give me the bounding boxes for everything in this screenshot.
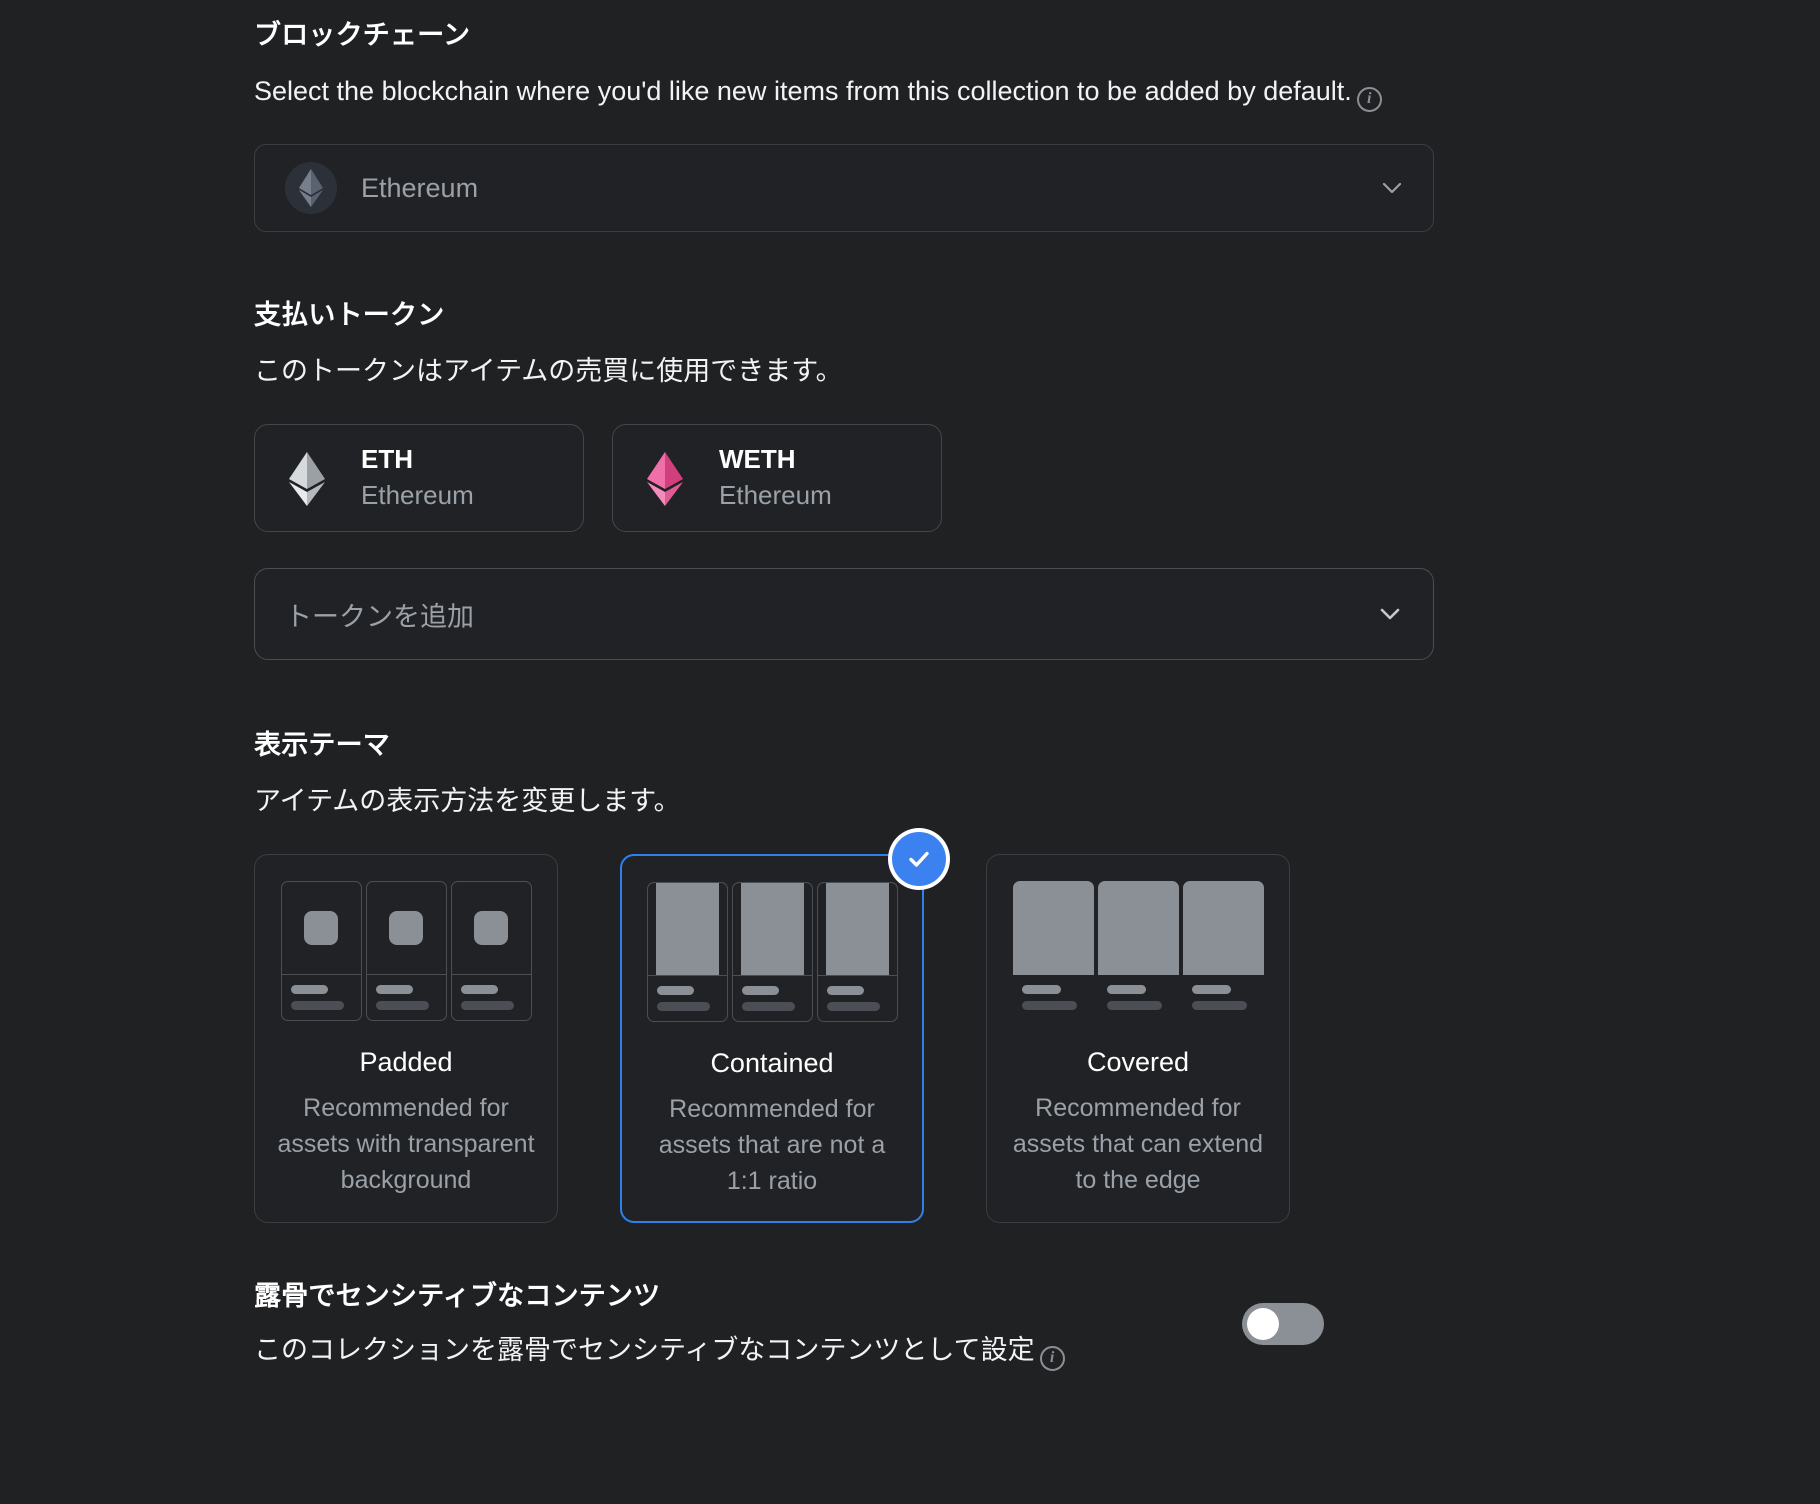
explicit-content-description: このコレクションを露骨でセンシティブなコンテンツとして設定 i [254, 1330, 1242, 1371]
blockchain-description-text: Select the blockchain where you'd like n… [254, 76, 1352, 107]
add-token-placeholder: トークンを追加 [285, 601, 474, 632]
display-theme-description: アイテムの表示方法を変更します。 [254, 786, 681, 817]
payment-tokens-list: ETH Ethereum WETH Ethereum [254, 424, 1454, 533]
theme-preview-contained [646, 882, 898, 1023]
settings-content: ブロックチェーン Select the blockchain where you… [254, 0, 1454, 1372]
blockchain-description: Select the blockchain where you'd like n… [254, 71, 1439, 112]
wrapped-ethereum-diamond-icon [645, 451, 691, 507]
token-card-eth[interactable]: ETH Ethereum [254, 424, 584, 533]
explicit-content-toggle[interactable] [1242, 1303, 1324, 1346]
add-token-select[interactable]: トークンを追加 [254, 568, 1434, 661]
preview-tile [280, 881, 362, 1022]
theme-option-contained[interactable]: Contained Recommended for assets that ar… [620, 828, 950, 1224]
token-weth-symbol: WETH [719, 444, 796, 475]
theme-option-covered-name: Covered [1086, 1047, 1190, 1078]
preview-tile [1012, 881, 1094, 1022]
preview-tile [1097, 881, 1179, 1022]
theme-option-covered[interactable]: Covered Recommended for assets that can … [986, 854, 1290, 1224]
preview-tile [646, 882, 728, 1023]
payment-tokens-description: このトークンはアイテムの売買に使用できます。 [254, 356, 843, 387]
preview-tile [816, 882, 898, 1023]
display-theme-section: 表示テーマ アイテムの表示方法を変更します。 Padded Recommende… [254, 728, 1454, 1224]
preview-tile [450, 881, 532, 1022]
token-weth-chain: Ethereum [719, 479, 832, 510]
preview-tile [1182, 881, 1264, 1022]
token-card-weth[interactable]: WETH Ethereum [612, 424, 942, 533]
blockchain-section: ブロックチェーン Select the blockchain where you… [254, 0, 1454, 233]
token-eth-symbol: ETH [361, 444, 413, 475]
display-theme-options: Padded Recommended for assets with trans… [254, 828, 1454, 1224]
blockchain-title: ブロックチェーン [254, 20, 471, 50]
token-weth-texts: WETH Ethereum [719, 443, 832, 513]
theme-option-contained-name: Contained [710, 1048, 834, 1079]
ethereum-icon [285, 162, 337, 215]
preview-tile [365, 881, 447, 1022]
token-eth-texts: ETH Ethereum [361, 443, 474, 513]
explicit-content-title: 露骨でセンシティブなコンテンツ [254, 1281, 661, 1312]
theme-option-padded[interactable]: Padded Recommended for assets with trans… [254, 854, 558, 1224]
blockchain-selected-value: Ethereum [361, 172, 479, 203]
toggle-knob [1247, 1308, 1279, 1341]
blockchain-select[interactable]: Ethereum [254, 144, 1434, 233]
info-icon[interactable]: i [1039, 1345, 1065, 1371]
theme-option-covered-description: Recommended for assets that can extend t… [1012, 1094, 1264, 1195]
check-circle-icon [888, 828, 950, 891]
theme-option-contained-description: Recommended for assets that are not a 1:… [658, 1095, 886, 1196]
theme-option-padded-name: Padded [359, 1047, 453, 1078]
info-icon[interactable]: i [1356, 86, 1382, 112]
collection-settings-page: ブロックチェーン Select the blockchain where you… [0, 0, 1820, 1504]
chevron-down-icon[interactable] [1377, 601, 1403, 627]
explicit-content-description-text: このコレクションを露骨でセンシティブなコンテンツとして設定 [254, 1335, 1035, 1366]
theme-option-padded-description: Recommended for assets with transparent … [277, 1094, 535, 1195]
payment-tokens-title: 支払いトークン [254, 300, 445, 331]
ethereum-diamond-icon [287, 451, 333, 507]
token-eth-chain: Ethereum [361, 479, 474, 510]
theme-preview-padded [280, 881, 532, 1022]
preview-tile [731, 882, 813, 1023]
explicit-content-section: 露骨でセンシティブなコンテンツ このコレクションを露骨でセンシティブなコンテンツ… [254, 1279, 1454, 1371]
payment-tokens-section: 支払いトークン このトークンはアイテムの売買に使用できます。 ETH Ether… [254, 298, 1454, 661]
theme-preview-covered [1012, 881, 1264, 1022]
chevron-down-icon[interactable] [1379, 175, 1405, 201]
display-theme-title: 表示テーマ [254, 730, 390, 761]
